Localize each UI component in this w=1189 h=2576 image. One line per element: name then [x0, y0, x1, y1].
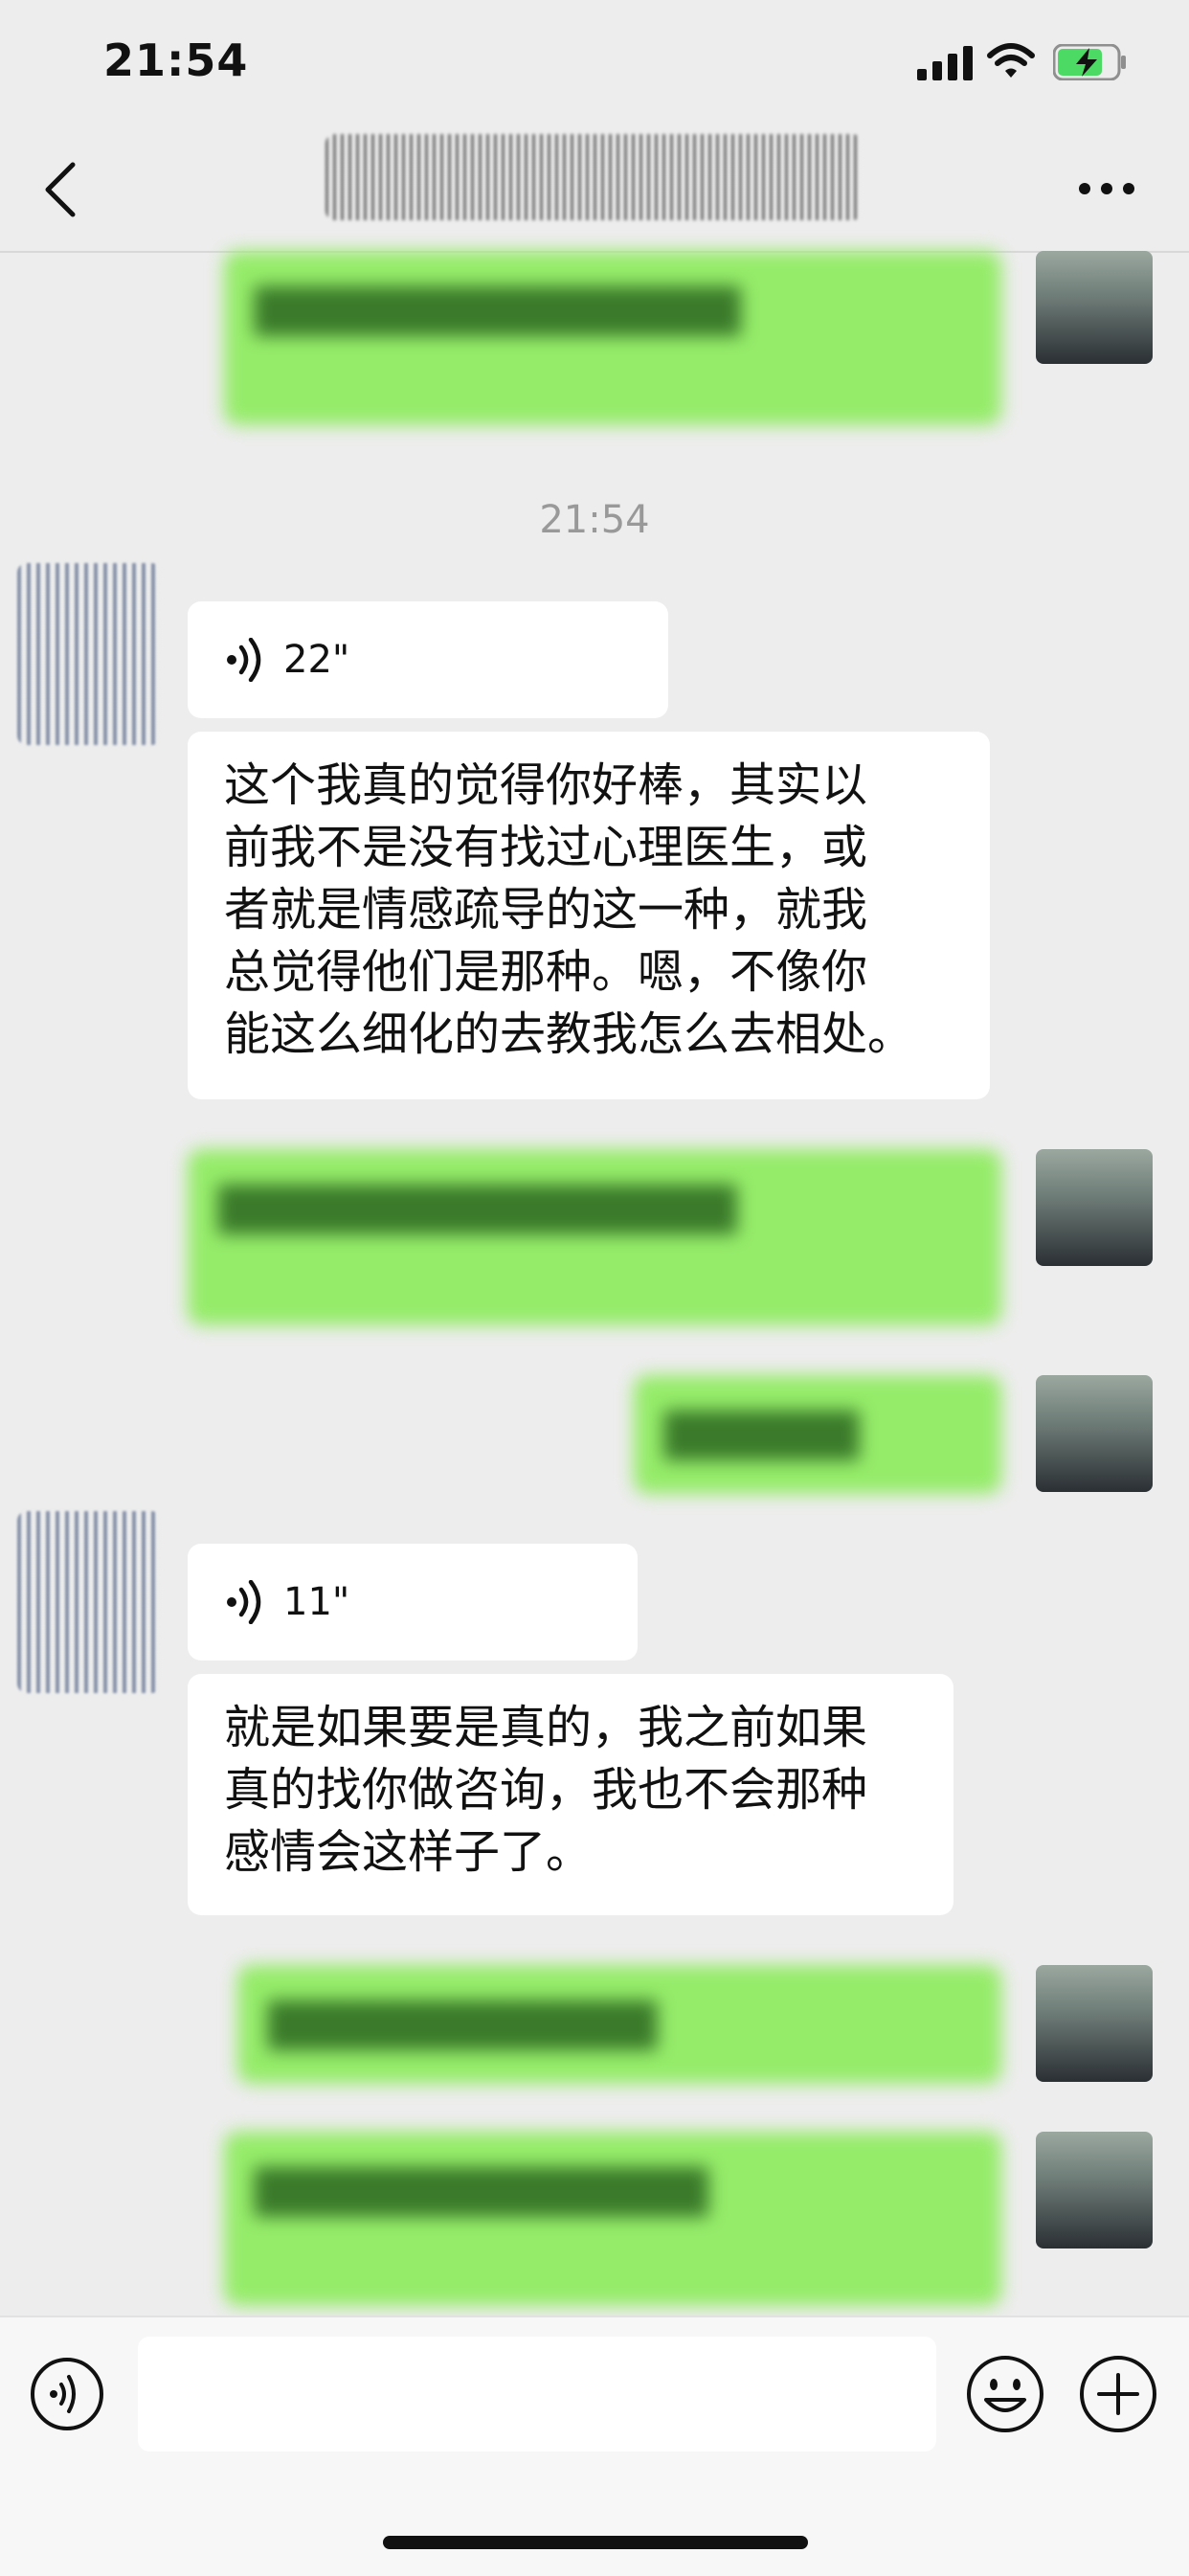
my-avatar[interactable] [1036, 1965, 1153, 2082]
chat-title-redacted [325, 134, 862, 220]
my-avatar[interactable] [1036, 251, 1153, 364]
my-avatar[interactable] [1036, 1149, 1153, 1266]
voice-wave-icon [227, 1580, 261, 1624]
more-dots-icon[interactable] [1078, 182, 1135, 195]
incoming-message[interactable]: 就是如果要是真的，我之前如果 真的找你做咨询，我也不会那种 感情会这样子了。 [188, 1674, 953, 1915]
incoming-message[interactable]: 这个我真的觉得你好棒，其实以 前我不是没有找过心理医生，或 者就是情感疏导的这一… [188, 732, 990, 1099]
message-line: 这个我真的觉得你好棒，其实以 [224, 758, 868, 812]
voice-input-icon[interactable] [29, 2356, 105, 2432]
message-line: 感情会这样子了。 [224, 1825, 593, 1879]
outgoing-message-blurred[interactable]: ███████████████ [224, 251, 1001, 425]
home-indicator[interactable] [383, 2536, 808, 2549]
chat-timestamp: 21:54 [539, 498, 650, 542]
message-line: 总觉得他们是那种。嗯，不像你 [224, 945, 868, 999]
message-line: 者就是情感疏导的这一种，就我 [224, 883, 868, 937]
message-line: 能这么细化的去教我怎么去相处。 [224, 1007, 914, 1061]
emoji-icon[interactable] [965, 2354, 1045, 2434]
voice-message[interactable]: 22" [188, 601, 668, 718]
voice-duration: 11" [283, 1580, 350, 1624]
outgoing-message-blurred[interactable]: ████████████ [237, 1965, 1001, 2084]
battery-charging-icon [1053, 44, 1126, 80]
plus-icon[interactable] [1078, 2354, 1158, 2434]
voice-message[interactable]: 11" [188, 1544, 638, 1661]
wifi-icon [987, 43, 1035, 78]
message-line: 真的找你做咨询，我也不会那种 [224, 1763, 868, 1817]
message-line: 就是如果要是真的，我之前如果 [224, 1701, 868, 1754]
my-avatar[interactable] [1036, 2132, 1153, 2248]
voice-wave-icon [227, 638, 261, 682]
signal-icon [917, 46, 973, 80]
peer-avatar[interactable] [17, 1511, 161, 1693]
message-line: 前我不是没有找过心理医生，或 [224, 821, 868, 874]
my-avatar[interactable] [1036, 1375, 1153, 1492]
peer-avatar[interactable] [17, 563, 161, 745]
outgoing-message-blurred[interactable]: ████████████████ [188, 1149, 1001, 1325]
status-time: 21:54 [103, 34, 249, 86]
outgoing-message-blurred[interactable]: ██████ [634, 1375, 1001, 1494]
voice-duration: 22" [283, 638, 350, 682]
back-chevron-icon[interactable] [42, 161, 80, 218]
outgoing-message-blurred[interactable]: ██████████████ [224, 2132, 1001, 2306]
message-input[interactable] [138, 2337, 936, 2452]
